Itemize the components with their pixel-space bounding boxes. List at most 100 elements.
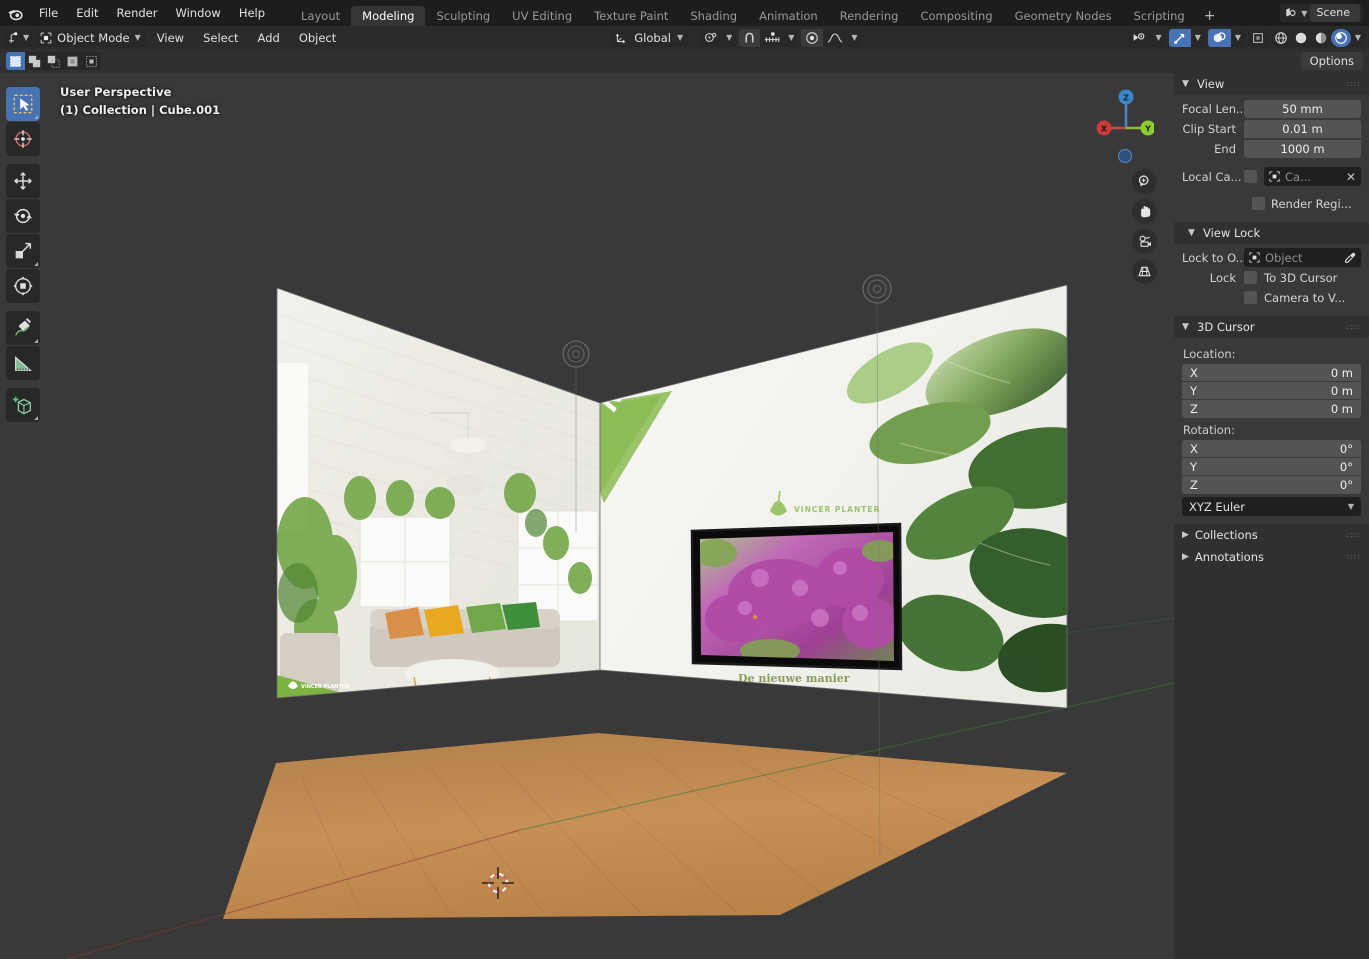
rotate-tool[interactable] — [6, 199, 40, 233]
tab-shading[interactable]: Shading — [679, 6, 748, 26]
cursor-location-z-field[interactable]: Z 0 m — [1182, 400, 1361, 418]
editor-type-3dview-icon[interactable]: ▼ — [4, 28, 33, 47]
tab-sculpting[interactable]: Sculpting — [425, 6, 501, 26]
3d-viewport[interactable]: VINCER PLANTER NEW! VINCER PLANTER De ni… — [0, 73, 1174, 959]
render-region-row[interactable]: Render Regi... — [1182, 194, 1361, 213]
wireframe-shading-button[interactable] — [1271, 29, 1291, 47]
magnet-icon[interactable] — [739, 28, 761, 47]
move-view-button[interactable] — [1132, 199, 1157, 224]
shading-caret-icon[interactable]: ▼ — [1351, 29, 1365, 47]
tab-modeling[interactable]: Modeling — [351, 6, 426, 26]
cursor-tool[interactable] — [6, 122, 40, 156]
sidebar-n-panel[interactable]: ▼ View :::: Focal Len... 50 mm Clip Star… — [1174, 73, 1369, 959]
lock-camera-to-view-row[interactable]: Camera to V... — [1182, 288, 1361, 307]
panel-header-collections[interactable]: ▶ Collections :::: — [1174, 524, 1369, 546]
transform-tool[interactable] — [6, 269, 40, 303]
panel-header-3d-cursor[interactable]: ▼ 3D Cursor :::: — [1174, 316, 1369, 338]
measure-tool[interactable] — [6, 346, 40, 380]
panel-drag-handle[interactable]: :::: — [1346, 553, 1361, 561]
xray-toggle-icon[interactable] — [1248, 28, 1268, 47]
gizmo-icon[interactable] — [1168, 28, 1191, 47]
add-workspace-button[interactable]: + — [1196, 6, 1224, 26]
material-preview-shading-button[interactable] — [1311, 29, 1331, 47]
local-camera-row[interactable]: Local Ca... Ca... ✕ — [1182, 167, 1361, 186]
select-mode-group[interactable] — [6, 52, 101, 70]
shading-mode-group[interactable]: ▼ — [1271, 28, 1365, 47]
tweak-select-box-tool[interactable] — [6, 87, 40, 121]
close-icon[interactable]: ✕ — [1346, 170, 1356, 184]
add-cube-tool[interactable] — [6, 388, 40, 422]
select-invert-button[interactable] — [63, 52, 82, 70]
cursor-location-x-field[interactable]: X 0 m — [1182, 364, 1361, 382]
cursor-rotation-x-field[interactable]: X 0° — [1182, 440, 1361, 458]
mode-selector[interactable]: Object Mode ▼ — [35, 28, 146, 47]
menu-render[interactable]: Render — [108, 0, 167, 26]
tab-animation[interactable]: Animation — [748, 6, 829, 26]
camera-view-button[interactable] — [1132, 229, 1157, 254]
transform-orientation-selector[interactable]: Global ▼ — [610, 28, 689, 47]
falloff-smooth-icon[interactable] — [823, 29, 847, 47]
viewport-menu-add[interactable]: Add — [250, 29, 288, 47]
tab-texture-paint[interactable]: Texture Paint — [583, 6, 679, 26]
snapping-group[interactable]: ▼ — [739, 28, 799, 47]
menu-file[interactable]: File — [30, 0, 67, 26]
viewport-menu-select[interactable]: Select — [195, 29, 246, 47]
tab-layout[interactable]: Layout — [290, 6, 351, 26]
select-intersect-button[interactable] — [82, 52, 101, 70]
menu-help[interactable]: Help — [230, 0, 274, 26]
scene-name[interactable]: Scene — [1310, 4, 1360, 22]
lock-to-3d-cursor-checkbox[interactable] — [1244, 271, 1257, 284]
overlays-group[interactable]: ▼ — [1207, 28, 1245, 47]
focal-length-row[interactable]: Focal Len... 50 mm — [1182, 99, 1361, 118]
panel-header-view-lock[interactable]: ▼ View Lock — [1174, 222, 1369, 244]
tab-rendering[interactable]: Rendering — [829, 6, 910, 26]
lock-camera-to-view-checkbox[interactable] — [1244, 291, 1257, 304]
cursor-rotation-y-field[interactable]: Y 0° — [1182, 458, 1361, 476]
zoom-view-button[interactable] — [1132, 169, 1157, 194]
pivot-point-selector[interactable]: ▼ — [700, 28, 737, 47]
select-box-tweak-button[interactable] — [6, 52, 25, 70]
panel-header-view[interactable]: ▼ View :::: — [1174, 73, 1369, 95]
rendered-shading-button[interactable] — [1331, 28, 1351, 47]
navigation-gizmo[interactable]: Z X Y — [1084, 83, 1154, 153]
clip-end-row[interactable]: End 1000 m — [1182, 139, 1361, 158]
panel-drag-handle[interactable]: :::: — [1346, 80, 1361, 88]
select-extend-button[interactable] — [25, 52, 44, 70]
local-camera-checkbox[interactable] — [1244, 170, 1257, 183]
viewport-menu-object[interactable]: Object — [291, 29, 344, 47]
tab-compositing[interactable]: Compositing — [909, 6, 1003, 26]
menu-window[interactable]: Window — [166, 0, 229, 26]
proportional-editing-group[interactable]: ▼ — [801, 28, 862, 47]
eyedropper-icon[interactable] — [1344, 252, 1356, 264]
local-camera-field[interactable]: Ca... ✕ — [1264, 167, 1361, 186]
object-types-visibility-icon[interactable] — [1128, 29, 1152, 47]
object-types-visibility-group[interactable]: ▼ — [1127, 28, 1166, 47]
move-tool[interactable] — [6, 164, 40, 198]
cursor-rotation-z-field[interactable]: Z 0° — [1182, 476, 1361, 494]
toggle-perspective-button[interactable] — [1132, 259, 1157, 284]
options-button[interactable]: Options — [1300, 52, 1363, 70]
scene-selector[interactable]: ▼ Scene — [1280, 4, 1363, 22]
blender-logo-icon[interactable] — [0, 0, 30, 26]
panel-drag-handle[interactable]: :::: — [1346, 323, 1361, 331]
clip-end-field[interactable]: 1000 m — [1244, 139, 1361, 158]
lock-to-object-field[interactable]: Object — [1244, 248, 1361, 267]
render-region-checkbox[interactable] — [1252, 197, 1265, 210]
focal-length-field[interactable]: 50 mm — [1244, 99, 1361, 118]
scale-tool[interactable] — [6, 234, 40, 268]
orbit-indicator-dot[interactable] — [1118, 149, 1132, 163]
tab-uv-editing[interactable]: UV Editing — [501, 6, 583, 26]
overlays-icon[interactable] — [1207, 28, 1231, 47]
tab-scripting[interactable]: Scripting — [1123, 6, 1196, 26]
clip-start-field[interactable]: 0.01 m — [1244, 119, 1361, 138]
clip-start-row[interactable]: Clip Start 0.01 m — [1182, 119, 1361, 138]
rotation-mode-dropdown[interactable]: XYZ Euler ▼ — [1182, 497, 1361, 516]
cursor-location-y-field[interactable]: Y 0 m — [1182, 382, 1361, 400]
menu-edit[interactable]: Edit — [67, 0, 107, 26]
viewport-menu-view[interactable]: View — [149, 29, 192, 47]
panel-header-annotations[interactable]: ▶ Annotations :::: — [1174, 546, 1369, 568]
snap-increment-icon[interactable] — [760, 29, 784, 47]
solid-shading-button[interactable] — [1291, 29, 1311, 47]
panel-drag-handle[interactable]: :::: — [1346, 531, 1361, 539]
gizmo-group[interactable]: ▼ — [1168, 28, 1205, 47]
